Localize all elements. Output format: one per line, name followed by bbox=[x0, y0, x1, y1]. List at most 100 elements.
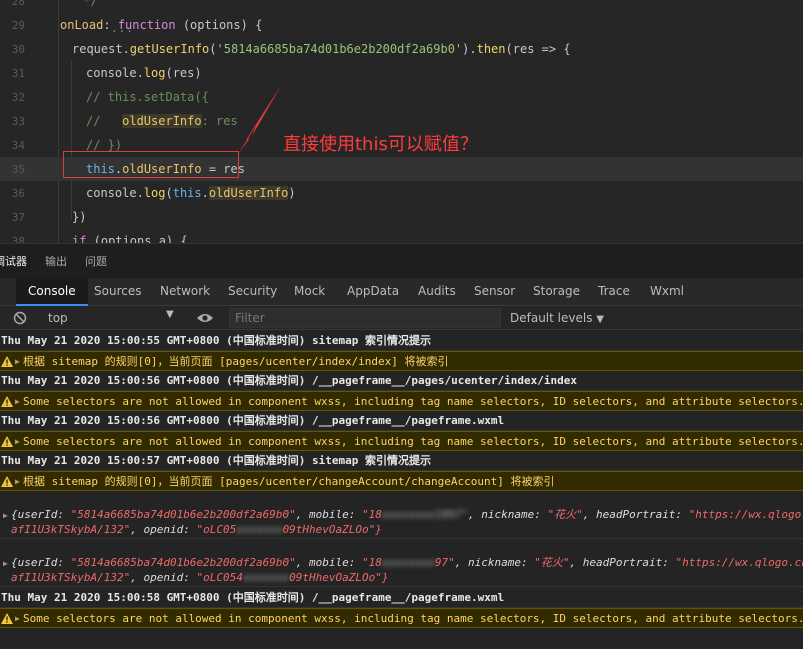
code-line[interactable]: 31 console.log(res) bbox=[0, 61, 803, 85]
code-editor[interactable]: 28 */ 29 onLoad: function (options) { 30 req… bbox=[0, 0, 803, 243]
console-info-message[interactable]: Thu May 21 2020 15:00:56 GMT+0800 (中国标准时… bbox=[0, 411, 803, 431]
context-select[interactable]: top bbox=[40, 308, 180, 328]
object-value: "18 bbox=[362, 556, 382, 569]
code-text: console.log(this.oldUserInfo) bbox=[86, 186, 296, 200]
code-token: (res => { bbox=[505, 42, 571, 56]
clear-console-icon[interactable] bbox=[13, 311, 27, 325]
devtools-tabs: Console Sources Network Security Mock Ap… bbox=[0, 278, 803, 306]
code-token: if bbox=[72, 234, 87, 243]
chevron-down-icon: ▼ bbox=[596, 314, 604, 325]
code-token: log bbox=[143, 186, 166, 200]
code-token: request. bbox=[72, 42, 130, 56]
code-text: request.getUserInfo('5814a6685ba74d01b6e… bbox=[72, 42, 571, 56]
code-line[interactable]: 37}) bbox=[0, 205, 803, 229]
message-text: Thu May 21 2020 15:00:57 GMT+0800 (中国标准时… bbox=[1, 454, 432, 467]
tab-security[interactable]: Security bbox=[228, 278, 277, 306]
code-token: then bbox=[476, 42, 506, 56]
tab-mock[interactable]: Mock bbox=[294, 278, 325, 306]
console-info-message[interactable]: Thu May 21 2020 15:00:58 GMT+0800 (中国标准时… bbox=[0, 588, 803, 608]
code-line[interactable]: 30 request.getUserInfo('5814a6685ba74d01b… bbox=[0, 37, 803, 61]
tab-audits[interactable]: Audits bbox=[418, 278, 456, 306]
tab-debugger[interactable]: 调试器 bbox=[0, 253, 27, 269]
code-line[interactable]: 38 if (options.a) { bbox=[0, 229, 803, 243]
object-value: "花火" bbox=[547, 508, 583, 521]
console-output[interactable]: Thu May 21 2020 15:00:55 GMT+0800 (中国标准时… bbox=[0, 330, 803, 649]
code-token: */ bbox=[76, 0, 98, 8]
expand-triangle-icon[interactable]: ▶ bbox=[3, 508, 8, 523]
warning-icon bbox=[1, 396, 13, 407]
console-warning-message[interactable]: ▶ 根据 sitemap 的规则[0]，当前页面 [pages/ucenter/c… bbox=[0, 471, 803, 491]
tab-trace[interactable]: Trace bbox=[598, 278, 630, 306]
chevron-down-icon: ▼ bbox=[166, 309, 174, 320]
console-warning-message[interactable]: ▶ 根据 sitemap 的规则[0]，当前页面 [pages/ucenter/i… bbox=[0, 351, 803, 371]
code-token: console. bbox=[86, 186, 144, 200]
code-token: (options.a) { bbox=[86, 234, 188, 243]
warning-icon bbox=[1, 476, 13, 487]
object-value: afI1U3kTSkybA/132" bbox=[11, 571, 131, 584]
expand-triangle-icon[interactable]: ▶ bbox=[15, 609, 20, 627]
code-text: }) bbox=[72, 210, 86, 224]
tab-appdata[interactable]: AppData bbox=[347, 278, 399, 306]
console-object-message[interactable]: ▶ {userId: "5814a6685ba74d01b6e2b200df2a6… bbox=[0, 501, 803, 539]
code-text: // oldUserInfo: res bbox=[86, 114, 238, 128]
code-line[interactable]: 36 console.log(this.oldUserInfo) bbox=[0, 181, 803, 205]
code-token: (res) bbox=[165, 66, 202, 80]
code-token: // }) bbox=[86, 138, 123, 152]
expand-triangle-icon[interactable]: ▶ bbox=[3, 556, 8, 571]
object-value: "oLC05 bbox=[196, 523, 237, 536]
expand-triangle-icon[interactable]: ▶ bbox=[15, 352, 20, 370]
code-token: ). bbox=[462, 42, 477, 56]
tab-network[interactable]: Network bbox=[160, 278, 210, 306]
tab-sources[interactable]: Sources bbox=[94, 278, 141, 306]
redacted-value: xxxxxxxx bbox=[381, 556, 435, 569]
message-text: Some selectors are not allowed in compon… bbox=[23, 612, 803, 625]
tab-problems[interactable]: 问题 bbox=[85, 253, 107, 269]
code-text: onLoad: function (options) { bbox=[60, 18, 262, 32]
tab-storage[interactable]: Storage bbox=[533, 278, 580, 306]
object-value: "https://wx.qlogo.cn/ bbox=[688, 508, 803, 521]
annotation-text: 直接使用this可以赋值？ bbox=[283, 134, 478, 155]
line-number: 35 bbox=[11, 162, 25, 176]
code-line[interactable]: 28 */ bbox=[0, 0, 803, 13]
console-warning-message[interactable]: ▶ Some selectors are not allowed in compo… bbox=[0, 431, 803, 451]
panel-tabs: 调试器 输出 问题 bbox=[0, 243, 803, 278]
log-levels-dropdown[interactable]: Default levels ▼ bbox=[510, 308, 604, 330]
code-token: oldUserInfo bbox=[208, 186, 289, 200]
console-info-message[interactable]: Thu May 21 2020 15:00:56 GMT+0800 (中国标准时… bbox=[0, 371, 803, 391]
line-number: 32 bbox=[11, 90, 25, 104]
filter-input[interactable] bbox=[229, 308, 501, 328]
code-line[interactable]: 32 // this.setData({ bbox=[0, 85, 803, 109]
line-number: 36 bbox=[11, 186, 25, 200]
console-warning-message[interactable]: ▶ Some selectors are not allowed in compo… bbox=[0, 391, 803, 411]
console-object-message[interactable]: ▶ {userId: "5814a6685ba74d01b6e2b200df2a6… bbox=[0, 549, 803, 587]
fold-dots: ... bbox=[111, 22, 134, 35]
tab-sensor[interactable]: Sensor bbox=[474, 278, 515, 306]
object-value: "5814a6685ba74d01b6e2b200df2a69b0" bbox=[70, 508, 296, 521]
eye-icon[interactable] bbox=[196, 311, 214, 325]
tab-console[interactable]: Console bbox=[16, 278, 88, 306]
code-token: ) bbox=[288, 186, 296, 200]
code-token: . bbox=[201, 186, 209, 200]
code-token: (options) { bbox=[175, 18, 263, 32]
expand-triangle-icon[interactable]: ▶ bbox=[15, 432, 20, 450]
tab-wxml[interactable]: Wxml bbox=[650, 278, 684, 306]
console-info-message[interactable]: Thu May 21 2020 15:00:55 GMT+0800 (中国标准时… bbox=[0, 331, 803, 351]
code-token: }) bbox=[72, 210, 87, 224]
redacted-value: xxxxxxxx1997" bbox=[381, 508, 468, 521]
line-number: 33 bbox=[11, 114, 25, 128]
warning-icon bbox=[1, 613, 13, 624]
line-number: 34 bbox=[11, 138, 25, 152]
console-info-message[interactable]: Thu May 21 2020 15:00:57 GMT+0800 (中国标准时… bbox=[0, 451, 803, 471]
redacted-value: xxxxxxx bbox=[236, 523, 283, 536]
message-text: 根据 sitemap 的规则[0]，当前页面 [pages/ucenter/in… bbox=[23, 355, 449, 368]
tab-output[interactable]: 输出 bbox=[45, 253, 67, 269]
message-text: Some selectors are not allowed in compon… bbox=[23, 435, 803, 448]
console-warning-message[interactable]: ▶ Some selectors are not allowed in compo… bbox=[0, 608, 803, 628]
expand-triangle-icon[interactable]: ▶ bbox=[15, 392, 20, 410]
expand-triangle-icon[interactable]: ▶ bbox=[15, 472, 20, 490]
message-text: Thu May 21 2020 15:00:55 GMT+0800 (中国标准时… bbox=[1, 334, 432, 347]
redacted-value: xxxxxxx bbox=[242, 571, 290, 584]
object-value: 09tHhevOaZLOo"} bbox=[282, 523, 382, 536]
warning-icon bbox=[1, 436, 13, 447]
line-number: 29 bbox=[11, 18, 25, 32]
